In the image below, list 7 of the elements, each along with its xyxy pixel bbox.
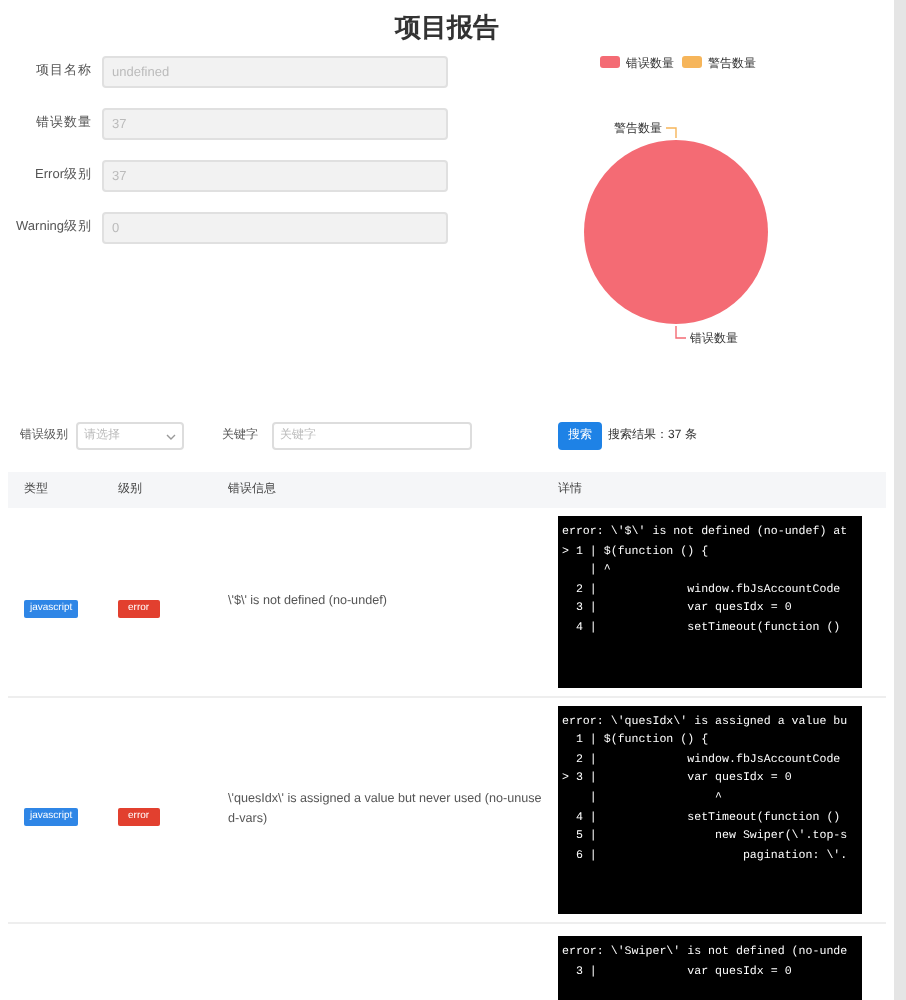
chevron-down-icon bbox=[166, 433, 176, 439]
leader-line bbox=[665, 127, 677, 139]
pie-slice[interactable] bbox=[584, 140, 768, 324]
legend-swatch[interactable] bbox=[600, 56, 620, 68]
leader-line bbox=[675, 325, 687, 339]
legend-swatch[interactable] bbox=[682, 56, 702, 68]
page-title: 项目报告 bbox=[392, 10, 501, 44]
